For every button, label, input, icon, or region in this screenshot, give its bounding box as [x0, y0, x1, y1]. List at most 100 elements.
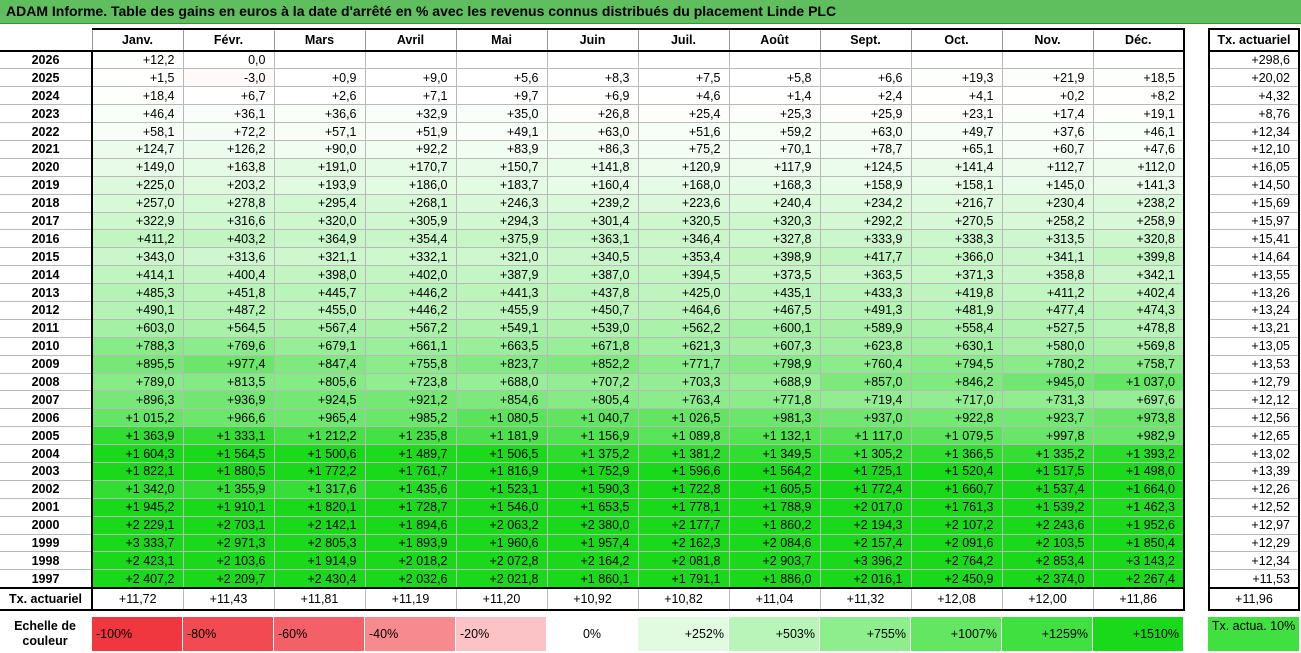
actuarial-rate-cell: +12,10 — [1208, 140, 1300, 159]
gain-cell: +358,8 — [1001, 265, 1094, 285]
gain-cell: +1 489,7 — [364, 444, 457, 463]
gain-cell: +341,1 — [1001, 247, 1094, 267]
gain-cell: +487,2 — [182, 300, 275, 320]
gain-cell: +124,7 — [91, 139, 184, 159]
gain-cell: +2 063,2 — [455, 515, 548, 535]
gain-cell: +4,6 — [637, 86, 730, 106]
gain-cell: +400,4 — [182, 265, 275, 285]
gain-cell: +1 079,5 — [910, 426, 1003, 446]
legend-swatch: 0% — [547, 617, 638, 651]
gain-cell: +474,3 — [1092, 300, 1185, 320]
side-row: +4,32 — [1208, 86, 1300, 106]
gain-cell: +158,1 — [910, 175, 1003, 195]
gain-cell: +1 772,4 — [819, 479, 912, 499]
gain-cell: +1 156,9 — [546, 426, 639, 446]
side-row: +13,55 — [1208, 265, 1300, 285]
gain-cell: +1 305,2 — [819, 444, 912, 463]
gain-cell: +1 539,2 — [1001, 497, 1094, 517]
gain-cell: +112,7 — [1001, 157, 1094, 177]
gain-cell: +1 894,6 — [364, 515, 457, 535]
side-row: +298,6 — [1208, 51, 1300, 70]
gain-cell: +145,0 — [1001, 175, 1094, 195]
gain-cell: +446,2 — [364, 283, 457, 302]
gain-cell: +490,1 — [91, 300, 184, 320]
gain-cell: +679,1 — [273, 336, 366, 356]
gain-cell: +663,5 — [455, 336, 548, 356]
gain-cell: +1 181,9 — [455, 426, 548, 446]
gain-cell: +399,8 — [1092, 247, 1185, 267]
gain-cell: +8,3 — [546, 68, 639, 88]
gain-cell: +1 506,5 — [455, 444, 548, 463]
footer-rate-cell: +10,92 — [546, 586, 639, 611]
legend-swatch: +1259% — [1002, 617, 1093, 651]
gain-cell: +258,2 — [1001, 211, 1094, 231]
year-cell: 2009 — [0, 354, 93, 374]
year-header — [0, 29, 92, 52]
side-row: +13,02 — [1208, 444, 1300, 463]
gain-cell: +985,2 — [364, 408, 457, 428]
gain-cell: +402,0 — [364, 265, 457, 285]
gain-cell: +2 229,1 — [91, 515, 184, 535]
gain-cell: +419,8 — [910, 283, 1003, 302]
footer-rate-cell: +10,82 — [637, 586, 730, 611]
gain-cell: +924,5 — [273, 390, 366, 410]
gain-cell: +141,8 — [546, 157, 639, 177]
actuarial-rate-cell: +12,34 — [1208, 551, 1300, 571]
side-row: +12,10 — [1208, 140, 1300, 159]
gain-cell: +1 820,1 — [273, 497, 366, 517]
gain-cell: +1 333,1 — [182, 426, 275, 446]
gain-cell: +2,4 — [819, 86, 912, 106]
month-header-7: Juil. — [637, 28, 730, 52]
side-row: +15,97 — [1208, 212, 1300, 231]
gain-cell: +1 235,8 — [364, 426, 457, 446]
gain-cell: +1 500,6 — [273, 444, 366, 463]
actuarial-rate-cell: +14,50 — [1208, 176, 1300, 195]
gain-cell: +141,3 — [1092, 175, 1185, 195]
legend-swatch: +1007% — [911, 617, 1002, 651]
gain-cell: +2 903,7 — [728, 551, 821, 571]
actuarial-rate-cell: +8,76 — [1208, 104, 1300, 124]
table-row: 2025 +1,5 -3,0 +0,9 +9,0 +5,6 +8,3 +7,5 +5,8 +6,6… — [0, 68, 1185, 88]
gain-cell: +322,9 — [91, 211, 184, 231]
side-row: +12,56 — [1208, 408, 1300, 428]
gain-cell: +36,1 — [182, 104, 275, 124]
side-row: +12,79 — [1208, 373, 1300, 392]
gain-cell: +1 342,0 — [91, 479, 184, 499]
gain-cell: +193,9 — [273, 175, 366, 195]
gain-cell: +1 778,1 — [637, 497, 730, 517]
gain-cell: +292,2 — [819, 211, 912, 231]
footer-rate-cell: +12,08 — [910, 586, 1003, 611]
side-row: +11,53 — [1208, 569, 1300, 589]
gain-cell: +2 374,0 — [1001, 569, 1094, 589]
month-header-5: Mai — [455, 28, 548, 52]
gain-cell: +2 243,6 — [1001, 515, 1094, 535]
gain-cell: +1 728,7 — [364, 497, 457, 517]
gain-cell: +707,2 — [546, 372, 639, 392]
gain-cell: +35,0 — [455, 104, 548, 124]
gain-cell: +2 177,7 — [637, 515, 730, 535]
table-row: 2019 +225,0 +203,2 +193,9 +186,0 +183,7 +160,4… — [0, 175, 1185, 195]
gain-cell: +57,1 — [273, 122, 366, 141]
gain-cell: +1 393,2 — [1092, 444, 1185, 463]
gain-cell: +923,7 — [1001, 408, 1094, 428]
actuarial-rate-cell: +4,32 — [1208, 86, 1300, 106]
footer-rate-cell: +11,43 — [182, 586, 275, 611]
side-row: +12,52 — [1208, 498, 1300, 517]
gain-cell: +847,4 — [273, 354, 366, 374]
gain-cell: +2 107,2 — [910, 515, 1003, 535]
gain-cell: +353,4 — [637, 247, 730, 267]
gain-cell: +163,8 — [182, 157, 275, 177]
gain-cell: +857,0 — [819, 372, 912, 392]
gain-cell: +2 423,1 — [91, 551, 184, 571]
gain-cell: +2 764,2 — [910, 551, 1003, 571]
gain-cell: +1 788,9 — [728, 497, 821, 517]
gain-cell: +719,4 — [819, 390, 912, 410]
gain-cell: +1 462,3 — [1092, 497, 1185, 517]
gain-cell: +246,3 — [455, 193, 548, 213]
gain-cell: +230,4 — [1001, 193, 1094, 213]
gain-cell: +363,5 — [819, 265, 912, 285]
gain-cell: +788,3 — [91, 336, 184, 356]
gain-cell: +19,1 — [1092, 104, 1185, 124]
table-row: 2018 +257,0 +278,8 +295,4 +268,1 +246,3 +239,2… — [0, 193, 1185, 213]
gain-cell: +895,5 — [91, 354, 184, 374]
